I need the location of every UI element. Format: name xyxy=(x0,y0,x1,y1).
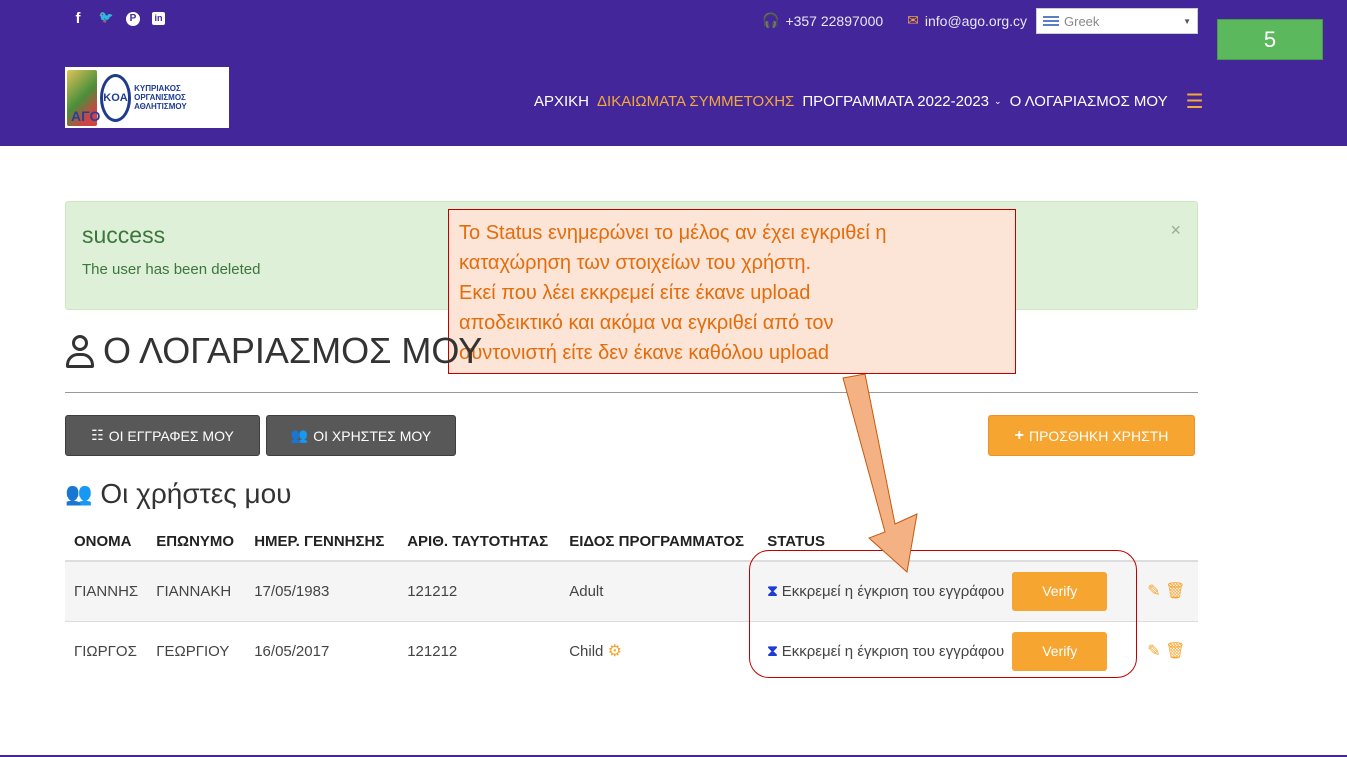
add-user-button[interactable]: + ΠΡΟΣΘΗΚΗ ΧΡΗΣΤΗ xyxy=(988,415,1195,456)
language-select[interactable]: Greek ▼ xyxy=(1036,8,1198,34)
envelope-icon: ✉ xyxy=(907,12,919,28)
verify-button[interactable]: Verify xyxy=(1012,571,1108,611)
col-actions xyxy=(1138,523,1198,562)
social-links: f 🐦 P in xyxy=(70,10,165,27)
nav-account[interactable]: Ο ΛΟΓΑΡΙΑΣΜΟΣ ΜΟΥ xyxy=(1010,93,1168,110)
col-status: STATUS xyxy=(758,523,1139,562)
main-nav: ΑΡΧΙΚΗ ΔΙΚΑΙΩΜΑΤΑ ΣΥΜΜΕΤΟΧΗΣ ΠΡΟΓΡΑΜΜΑΤΑ… xyxy=(534,89,1204,114)
cell-dob: 17/05/1983 xyxy=(245,560,399,621)
list-icon: ☷ xyxy=(91,427,104,443)
cell-id: 121212 xyxy=(398,560,561,621)
pinterest-icon[interactable]: P xyxy=(126,12,140,26)
nav-home[interactable]: ΑΡΧΙΚΗ xyxy=(534,93,589,110)
nav-programs[interactable]: ΠΡΟΓΡΑΜΜΑΤΑ 2022-2023 xyxy=(802,93,989,110)
verify-button[interactable]: Verify xyxy=(1012,631,1108,671)
cell-program: Child ⚙ xyxy=(560,620,759,681)
cell-status: ⧗ Εκκρεμεί η έγκριση του εγγράφου Verify xyxy=(758,620,1139,681)
cell-id: 121212 xyxy=(398,620,561,681)
my-registrations-button[interactable]: ☷ ΟΙ ΕΓΓΡΑΦΕΣ ΜΟΥ xyxy=(65,415,260,456)
koa-emblem-icon: KOA xyxy=(99,73,132,122)
caret-down-icon: ▼ xyxy=(1183,16,1191,26)
plus-icon: + xyxy=(1014,426,1024,444)
slide-number: 5 xyxy=(1217,19,1323,60)
hourglass-icon: ⧗ xyxy=(767,642,778,660)
cell-first-name: ΓΙΑΝΝΗΣ xyxy=(65,560,148,621)
status-text: Εκκρεμεί η έγκριση του εγγράφου xyxy=(781,642,1005,660)
col-dob: ΗΜΕΡ. ΓΕΝΝΗΣΗΣ xyxy=(245,523,399,562)
page-title: Ο ΛΟΓΑΡΙΑΣΜΟΣ ΜΟΥ xyxy=(65,330,482,372)
cell-program: Adult xyxy=(560,560,759,621)
users-icon: 👥 xyxy=(290,427,309,443)
annotation-callout: Το Status ενημερώνει το μέλος αν έχει εγ… xyxy=(448,209,1016,374)
sport-for-all-logo: AΓΟ xyxy=(67,69,100,126)
alert-title: success xyxy=(82,222,166,248)
edit-icon[interactable]: ✎ xyxy=(1147,583,1160,600)
col-last-name: ΕΠΩΝΥΜΟ xyxy=(147,523,246,562)
greek-flag-icon xyxy=(1043,15,1059,27)
alert-message: The user has been deleted xyxy=(82,261,261,278)
language-selected: Greek xyxy=(1064,13,1100,29)
status-text: Εκκρεμεί η έγκριση του εγγράφου xyxy=(781,582,1005,600)
chevron-down-icon[interactable]: ⌄ xyxy=(994,96,1002,107)
site-header: f 🐦 P in 🎧 +357 22897000 ✉ info@ago.org.… xyxy=(0,0,1347,146)
cell-dob: 16/05/2017 xyxy=(245,620,399,681)
gear-icon[interactable]: ⚙ xyxy=(608,643,622,660)
section-title: 👥 Οι χρήστες μου xyxy=(65,478,292,509)
close-icon[interactable]: × xyxy=(1170,220,1181,241)
contact-info: 🎧 +357 22897000 ✉ info@ago.org.cy xyxy=(762,12,1027,29)
email-link[interactable]: info@ago.org.cy xyxy=(925,13,1027,29)
trash-icon[interactable]: 🗑 xyxy=(1165,583,1185,600)
row-actions: ✎ 🗑 xyxy=(1138,620,1198,681)
col-first-name: ΟΝΟΜΑ xyxy=(65,523,148,562)
table-row: ΓΙΩΡΓΟΣ ΓΕΩΡΓΙΟΥ 16/05/2017 121212 Child… xyxy=(65,620,1198,681)
users-table: ΟΝΟΜΑ ΕΠΩΝΥΜΟ ΗΜΕΡ. ΓΕΝΝΗΣΗΣ ΑΡΙΘ. ΤΑΥΤΟ… xyxy=(65,523,1198,681)
facebook-icon[interactable]: f xyxy=(70,10,86,27)
hamburger-menu-icon[interactable]: ☰ xyxy=(1186,89,1204,114)
logo-text: ΚΥΠΡΙΑΚΟΣ ΟΡΓΑΝΙΣΜΟΣ ΑΘΛΗΤΙΣΜΟΥ xyxy=(134,84,187,111)
row-actions: ✎ 🗑 xyxy=(1138,560,1198,621)
headset-icon: 🎧 xyxy=(762,12,780,28)
hourglass-icon: ⧗ xyxy=(767,582,778,600)
nav-rights[interactable]: ΔΙΚΑΙΩΜΑΤΑ ΣΥΜΜΕΤΟΧΗΣ xyxy=(597,93,794,110)
user-icon xyxy=(65,333,95,369)
table-row: ΓΙΑΝΝΗΣ ΓΙΑΝΝΑΚΗ 17/05/1983 121212 Adult… xyxy=(65,560,1198,621)
col-program: ΕΙΔΟΣ ΠΡΟΓΡΑΜΜΑΤΟΣ xyxy=(560,523,759,562)
table-header-row: ΟΝΟΜΑ ΕΠΩΝΥΜΟ ΗΜΕΡ. ΓΕΝΝΗΣΗΣ ΑΡΙΘ. ΤΑΥΤΟ… xyxy=(65,523,1198,562)
title-divider xyxy=(65,392,1198,393)
linkedin-icon[interactable]: in xyxy=(152,12,165,25)
cell-last-name: ΓΕΩΡΓΙΟΥ xyxy=(147,620,246,681)
phone-link[interactable]: +357 22897000 xyxy=(785,13,883,29)
cell-status: ⧗ Εκκρεμεί η έγκριση του εγγράφου Verify xyxy=(758,560,1139,621)
cell-first-name: ΓΙΩΡΓΟΣ xyxy=(65,620,148,681)
edit-icon[interactable]: ✎ xyxy=(1147,643,1160,660)
cell-last-name: ΓΙΑΝΝΑΚΗ xyxy=(147,560,246,621)
site-logo[interactable]: AΓΟ KOA ΚΥΠΡΙΑΚΟΣ ΟΡΓΑΝΙΣΜΟΣ ΑΘΛΗΤΙΣΜΟΥ xyxy=(65,67,229,128)
trash-icon[interactable]: 🗑 xyxy=(1165,643,1185,660)
col-id: ΑΡΙΘ. ΤΑΥΤΟΤΗΤΑΣ xyxy=(398,523,561,562)
users-icon: 👥 xyxy=(65,481,93,506)
twitter-icon[interactable]: 🐦 xyxy=(98,10,114,27)
my-users-button[interactable]: 👥 ΟΙ ΧΡΗΣΤΕΣ ΜΟΥ xyxy=(266,415,456,456)
